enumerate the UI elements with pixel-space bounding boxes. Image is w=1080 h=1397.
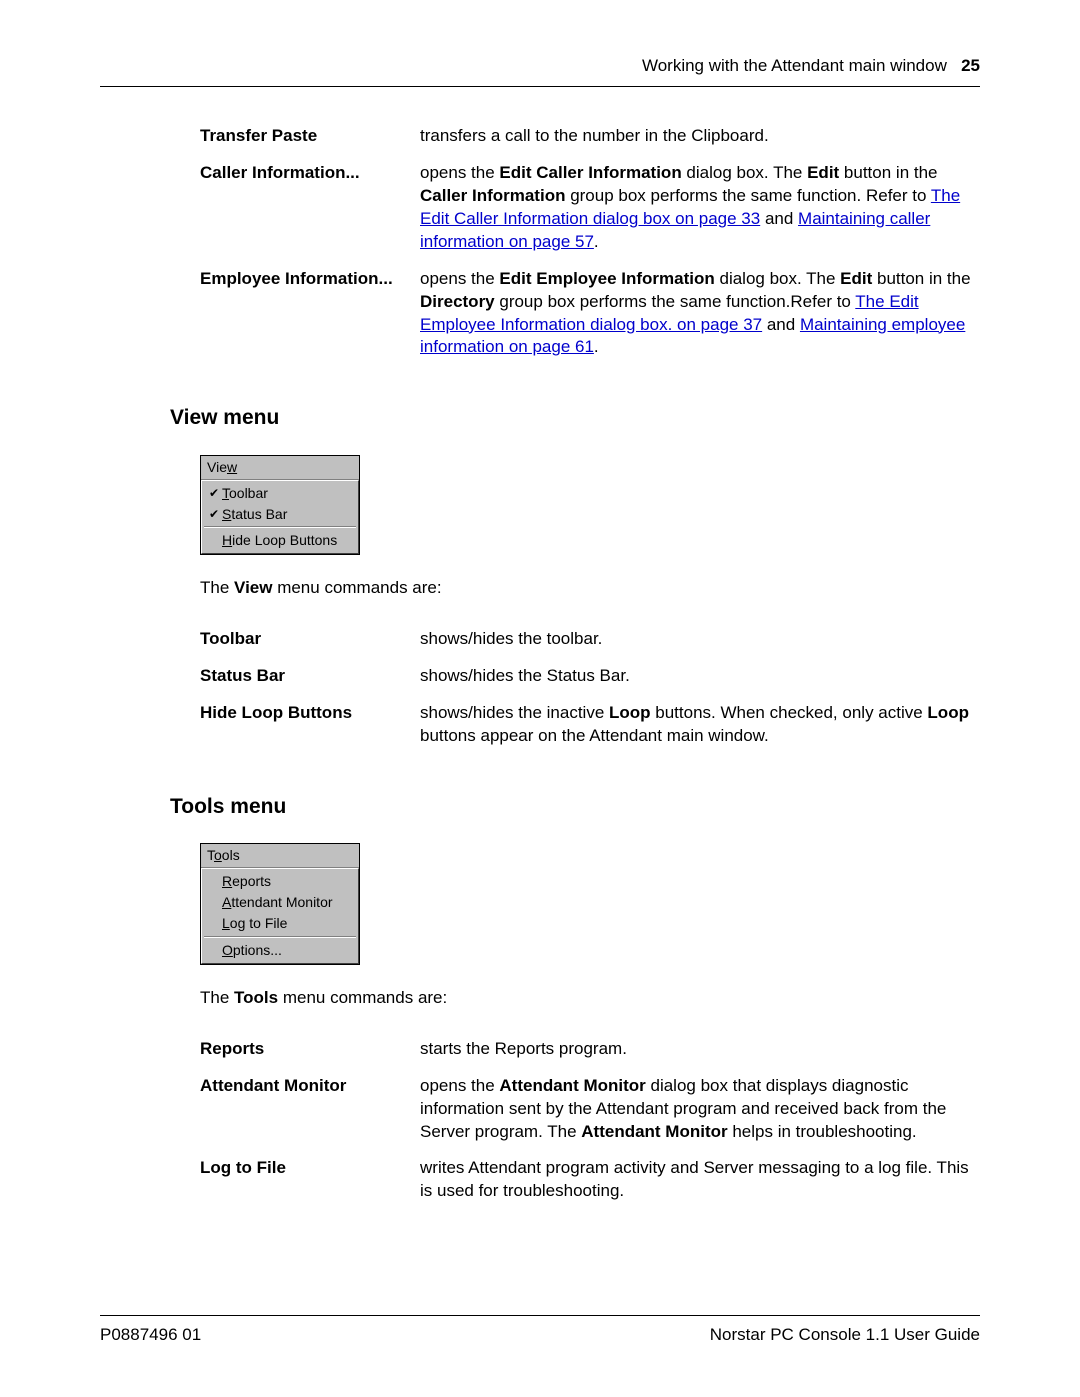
main-content: Transfer Pastetransfers a call to the nu… bbox=[100, 125, 980, 1203]
definition-description: opens the Edit Employee Information dial… bbox=[420, 268, 980, 360]
definition-row: Status Barshows/hides the Status Bar. bbox=[200, 665, 980, 688]
menu-item[interactable]: Reports bbox=[202, 871, 358, 892]
menu-item-label: Toolbar bbox=[222, 484, 268, 503]
view-menu-panel: ✔Toolbar✔Status BarHide Loop Buttons bbox=[201, 480, 359, 555]
footer: P0887496 01 Norstar PC Console 1.1 User … bbox=[100, 1315, 980, 1347]
tools-menu-rows: Reportsstarts the Reports program.Attend… bbox=[200, 1038, 980, 1204]
running-header: Working with the Attendant main window 2… bbox=[100, 55, 980, 87]
menu-separator bbox=[204, 526, 356, 528]
definition-row: Log to Filewrites Attendant program acti… bbox=[200, 1157, 980, 1203]
tools-menu-panel: Reports Attendant Monitor Log to File Optio… bbox=[201, 868, 359, 964]
check-icon: ✔ bbox=[206, 485, 222, 501]
definition-term: Toolbar bbox=[200, 628, 420, 651]
menu-item-label: Attendant Monitor bbox=[222, 893, 333, 912]
menu-item-label: Status Bar bbox=[222, 505, 287, 524]
menu-item-label: Log to File bbox=[222, 914, 287, 933]
view-menu-rows: Toolbarshows/hides the toolbar.Status Ba… bbox=[200, 628, 980, 748]
menu-item[interactable]: Log to File bbox=[202, 913, 358, 934]
definition-description: writes Attendant program activity and Se… bbox=[420, 1157, 980, 1203]
menu-item[interactable]: Attendant Monitor bbox=[202, 892, 358, 913]
tools-menu-title: Tools bbox=[201, 844, 359, 868]
menu-separator bbox=[204, 936, 356, 938]
definition-row: Hide Loop Buttonsshows/hides the inactiv… bbox=[200, 702, 980, 748]
definition-term: Log to File bbox=[200, 1157, 420, 1180]
definition-description: transfers a call to the number in the Cl… bbox=[420, 125, 980, 148]
page-number: 25 bbox=[961, 56, 980, 75]
definition-row: Attendant Monitoropens the Attendant Mon… bbox=[200, 1075, 980, 1144]
definition-term: Status Bar bbox=[200, 665, 420, 688]
menu-item-label: Hide Loop Buttons bbox=[222, 531, 337, 550]
view-heading: View menu bbox=[170, 404, 980, 432]
definition-description: shows/hides the toolbar. bbox=[420, 628, 980, 651]
menu-item[interactable]: Options... bbox=[202, 940, 358, 961]
document-page: Working with the Attendant main window 2… bbox=[0, 0, 1080, 1397]
menu-item[interactable]: ✔Toolbar bbox=[202, 483, 358, 504]
definition-term: Transfer Paste bbox=[200, 125, 420, 148]
definition-row: Caller Information...opens the Edit Call… bbox=[200, 162, 980, 254]
definition-term: Reports bbox=[200, 1038, 420, 1061]
view-intro: The View menu commands are: bbox=[200, 577, 980, 600]
view-menu-mock: View ✔Toolbar✔Status BarHide Loop Button… bbox=[200, 455, 360, 556]
menu-item[interactable]: ✔Status Bar bbox=[202, 504, 358, 525]
definition-row: Toolbarshows/hides the toolbar. bbox=[200, 628, 980, 651]
view-menu-title: View bbox=[201, 456, 359, 480]
definition-row: Reportsstarts the Reports program. bbox=[200, 1038, 980, 1061]
edit-menu-rows: Transfer Pastetransfers a call to the nu… bbox=[200, 125, 980, 359]
definition-term: Attendant Monitor bbox=[200, 1075, 420, 1098]
definition-term: Hide Loop Buttons bbox=[200, 702, 420, 725]
definition-description: shows/hides the inactive Loop buttons. W… bbox=[420, 702, 980, 748]
header-text: Working with the Attendant main window bbox=[642, 56, 947, 75]
footer-right: Norstar PC Console 1.1 User Guide bbox=[710, 1324, 980, 1347]
definition-description: starts the Reports program. bbox=[420, 1038, 980, 1061]
definition-row: Transfer Pastetransfers a call to the nu… bbox=[200, 125, 980, 148]
definition-description: shows/hides the Status Bar. bbox=[420, 665, 980, 688]
tools-intro: The Tools menu commands are: bbox=[200, 987, 980, 1010]
definition-description: opens the Attendant Monitor dialog box t… bbox=[420, 1075, 980, 1144]
definition-description: opens the Edit Caller Information dialog… bbox=[420, 162, 980, 254]
definition-row: Employee Information...opens the Edit Em… bbox=[200, 268, 980, 360]
tools-heading: Tools menu bbox=[170, 793, 980, 821]
menu-item[interactable]: Hide Loop Buttons bbox=[202, 530, 358, 551]
menu-item-label: Options... bbox=[222, 941, 282, 960]
menu-item-label: Reports bbox=[222, 872, 271, 891]
footer-left: P0887496 01 bbox=[100, 1324, 201, 1347]
definition-term: Caller Information... bbox=[200, 162, 420, 185]
tools-menu-mock: Tools Reports Attendant Monitor Log to Fil… bbox=[200, 843, 360, 964]
definition-term: Employee Information... bbox=[200, 268, 420, 291]
check-icon: ✔ bbox=[206, 506, 222, 522]
